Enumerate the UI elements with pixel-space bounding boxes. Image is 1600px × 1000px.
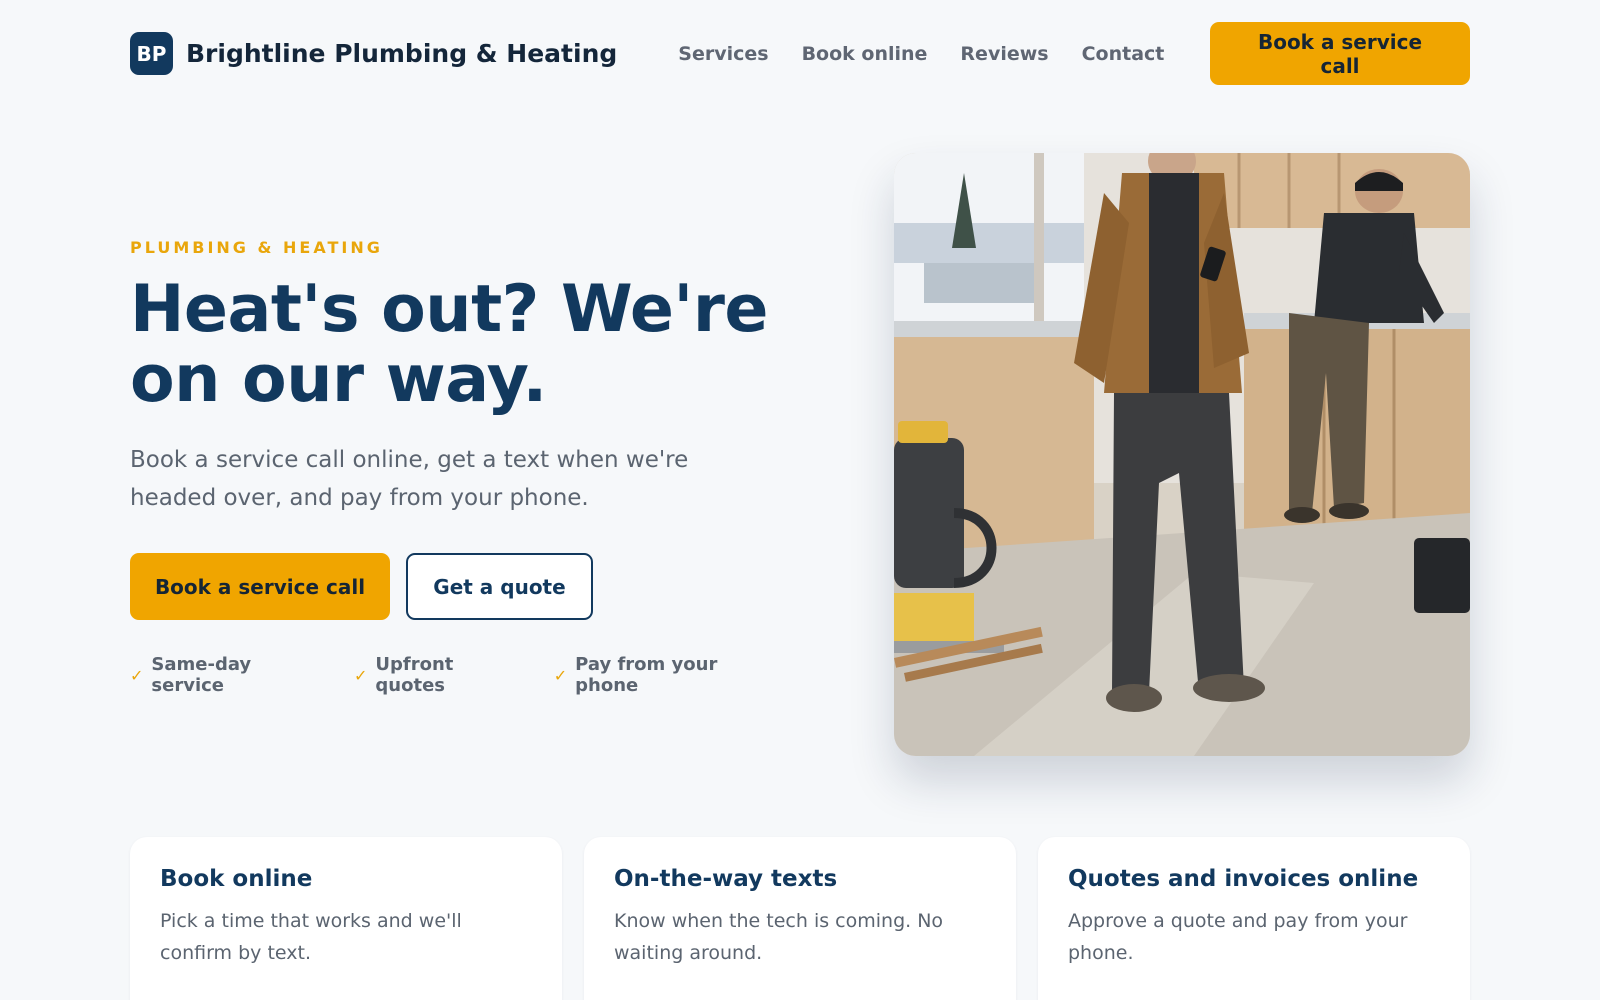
hero-headline-line-2: on our way. bbox=[130, 342, 547, 417]
feature-card-title: Book online bbox=[160, 866, 313, 892]
main-nav: Services Book online Reviews Contact bbox=[678, 43, 1164, 65]
brand-logo-link[interactable]: BP Brightline Plumbing & Heating bbox=[130, 32, 617, 75]
perk-list: ✓ Same-day service ✓ Upfront quotes ✓ Pa… bbox=[130, 654, 810, 696]
feature-card-title: On-the-way texts bbox=[614, 866, 838, 892]
hero-subhead: Book a service call online, get a text w… bbox=[130, 447, 689, 511]
nav-link-reviews[interactable]: Reviews bbox=[960, 43, 1048, 65]
hero-eyebrow: PLUMBING & HEATING bbox=[130, 238, 383, 257]
feature-card-body: Know when the tech is coming. No waiting… bbox=[614, 910, 944, 964]
hero-photo bbox=[894, 153, 1470, 756]
perk-label: Upfront quotes bbox=[375, 654, 454, 696]
feature-card-title: Quotes and invoices online bbox=[1068, 866, 1419, 892]
book-service-call-button[interactable]: Book a service call bbox=[130, 553, 390, 620]
nav-link-contact[interactable]: Contact bbox=[1082, 43, 1165, 65]
hero-headline-line-1: Heat's out? We're bbox=[130, 272, 768, 347]
landing-page: BP Brightline Plumbing & Heating Service… bbox=[0, 0, 1600, 1000]
check-icon: ✓ bbox=[130, 665, 144, 685]
feature-cards: Book online Pick a time that works and w… bbox=[130, 837, 1470, 1000]
nav-link-services[interactable]: Services bbox=[678, 43, 768, 65]
feature-card-body: Approve a quote and pay from your phone. bbox=[1068, 910, 1408, 964]
header-book-service-button[interactable]: Book a service call bbox=[1210, 22, 1470, 85]
hero-headline: Heat's out? We're on our way. bbox=[130, 275, 810, 415]
site-header: BP Brightline Plumbing & Heating Service… bbox=[130, 22, 1470, 85]
check-icon: ✓ bbox=[354, 665, 368, 685]
logo-mark: BP bbox=[130, 32, 173, 75]
perk-item: ✓ Same-day service bbox=[130, 654, 326, 696]
hero-section: PLUMBING & HEATING Heat's out? We're on … bbox=[130, 238, 810, 696]
perk-label: Same-day service bbox=[151, 654, 252, 696]
feature-card: Quotes and invoices online Approve a quo… bbox=[1038, 837, 1470, 1000]
contractors-photo-illustration bbox=[894, 153, 1470, 756]
nav-link-book-online[interactable]: Book online bbox=[802, 43, 928, 65]
brand-name: Brightline Plumbing & Heating bbox=[186, 39, 618, 68]
feature-card: Book online Pick a time that works and w… bbox=[130, 837, 562, 1000]
perk-label: Pay from your phone bbox=[575, 654, 718, 696]
check-icon: ✓ bbox=[553, 665, 568, 685]
perk-item: ✓ Pay from your phone bbox=[554, 654, 782, 696]
feature-card-body: Pick a time that works and we'll confirm… bbox=[160, 910, 462, 964]
feature-card: On-the-way texts Know when the tech is c… bbox=[584, 837, 1016, 1000]
hero-cta-row: Book a service call Get a quote bbox=[130, 553, 810, 620]
perk-item: ✓ Upfront quotes bbox=[354, 654, 526, 696]
get-quote-button[interactable]: Get a quote bbox=[406, 553, 593, 620]
